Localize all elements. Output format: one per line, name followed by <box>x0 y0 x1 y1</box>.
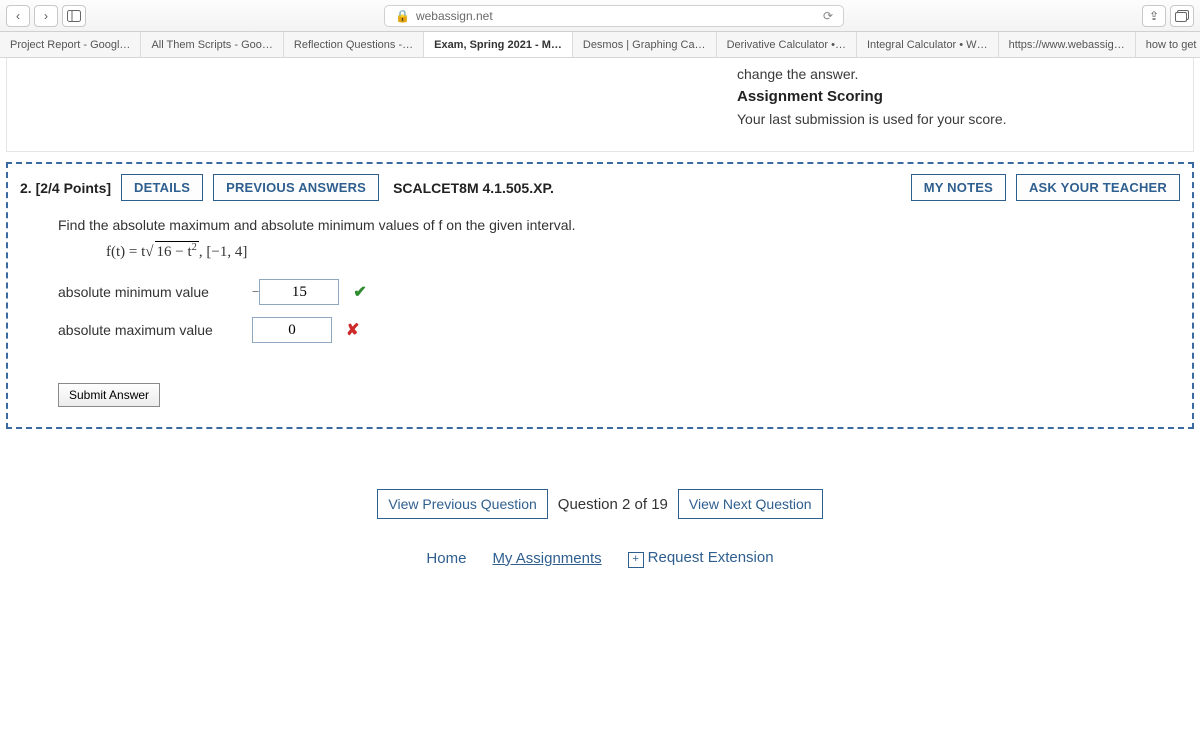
sidebar-toggle-button[interactable] <box>62 5 86 27</box>
question-position-label: Question 2 of 19 <box>558 496 668 513</box>
check-icon: ✔ <box>353 282 366 302</box>
browser-tab[interactable]: Derivative Calculator •… <box>717 32 857 57</box>
calendar-plus-icon: + <box>628 552 644 568</box>
change-answer-text: change the answer. <box>737 66 1157 82</box>
answer-row: absolute minimum value− ✔ <box>58 279 1152 305</box>
question-formula: f(t) = t√16 − t2, [−1, 4] <box>106 241 1152 261</box>
home-link[interactable]: Home <box>426 550 466 567</box>
my-assignments-link[interactable]: My Assignments <box>492 550 601 567</box>
share-button[interactable]: ⇪ <box>1142 5 1166 27</box>
browser-tab[interactable]: Integral Calculator • W… <box>857 32 999 57</box>
absolute-minimum-input[interactable] <box>259 279 339 305</box>
cross-icon: ✘ <box>346 320 359 340</box>
my-notes-button[interactable]: MY NOTES <box>911 174 1006 201</box>
question-panel: 2. [2/4 Points] DETAILS PREVIOUS ANSWERS… <box>6 162 1194 429</box>
ask-teacher-button[interactable]: ASK YOUR TEACHER <box>1016 174 1180 201</box>
tabs-overview-button[interactable] <box>1170 5 1194 27</box>
url-host: webassign.net <box>416 9 493 23</box>
browser-tab[interactable]: Project Report - Googl… <box>0 32 141 57</box>
assignment-info-panel: change the answer. Assignment Scoring Yo… <box>6 58 1194 152</box>
negative-sign: − <box>252 284 259 300</box>
browser-tab[interactable]: how to get inflection p… <box>1136 32 1200 57</box>
forward-button[interactable]: › <box>34 5 58 27</box>
answer-label: absolute maximum value <box>58 322 238 338</box>
question-number-points: 2. [2/4 Points] <box>20 180 111 196</box>
browser-tab[interactable]: Reflection Questions -… <box>284 32 424 57</box>
browser-tab[interactable]: https://www.webassig… <box>999 32 1136 57</box>
absolute-maximum-input[interactable] <box>252 317 332 343</box>
footer-links: Home My Assignments +Request Extension <box>6 549 1194 568</box>
view-next-question-button[interactable]: View Next Question <box>678 489 823 519</box>
previous-answers-button[interactable]: PREVIOUS ANSWERS <box>213 174 379 201</box>
address-bar[interactable]: 🔒 webassign.net ⟳ <box>384 5 844 27</box>
scoring-desc: Your last submission is used for your sc… <box>737 111 1157 127</box>
question-nav: View Previous Question Question 2 of 19 … <box>6 489 1194 519</box>
request-extension-link[interactable]: +Request Extension <box>628 549 774 568</box>
assignment-scoring-heading: Assignment Scoring <box>737 88 1157 105</box>
question-reference: SCALCET8M 4.1.505.XP. <box>393 180 554 196</box>
lock-icon: 🔒 <box>395 9 410 23</box>
browser-tab[interactable]: Exam, Spring 2021 - M… <box>424 32 573 57</box>
browser-tab[interactable]: Desmos | Graphing Ca… <box>573 32 717 57</box>
submit-answer-button[interactable]: Submit Answer <box>58 383 160 407</box>
answer-row: absolute maximum value ✘ <box>58 317 1152 343</box>
details-button[interactable]: DETAILS <box>121 174 203 201</box>
answer-label: absolute minimum value <box>58 284 238 300</box>
browser-tab[interactable]: All Them Scripts - Goo… <box>141 32 283 57</box>
reload-icon[interactable]: ⟳ <box>823 9 833 23</box>
tab-strip: Project Report - Googl…All Them Scripts … <box>0 32 1200 58</box>
browser-toolbar: ‹ › 🔒 webassign.net ⟳ ⇪ <box>0 0 1200 32</box>
back-button[interactable]: ‹ <box>6 5 30 27</box>
question-prompt: Find the absolute maximum and absolute m… <box>58 217 1152 233</box>
view-previous-question-button[interactable]: View Previous Question <box>377 489 547 519</box>
